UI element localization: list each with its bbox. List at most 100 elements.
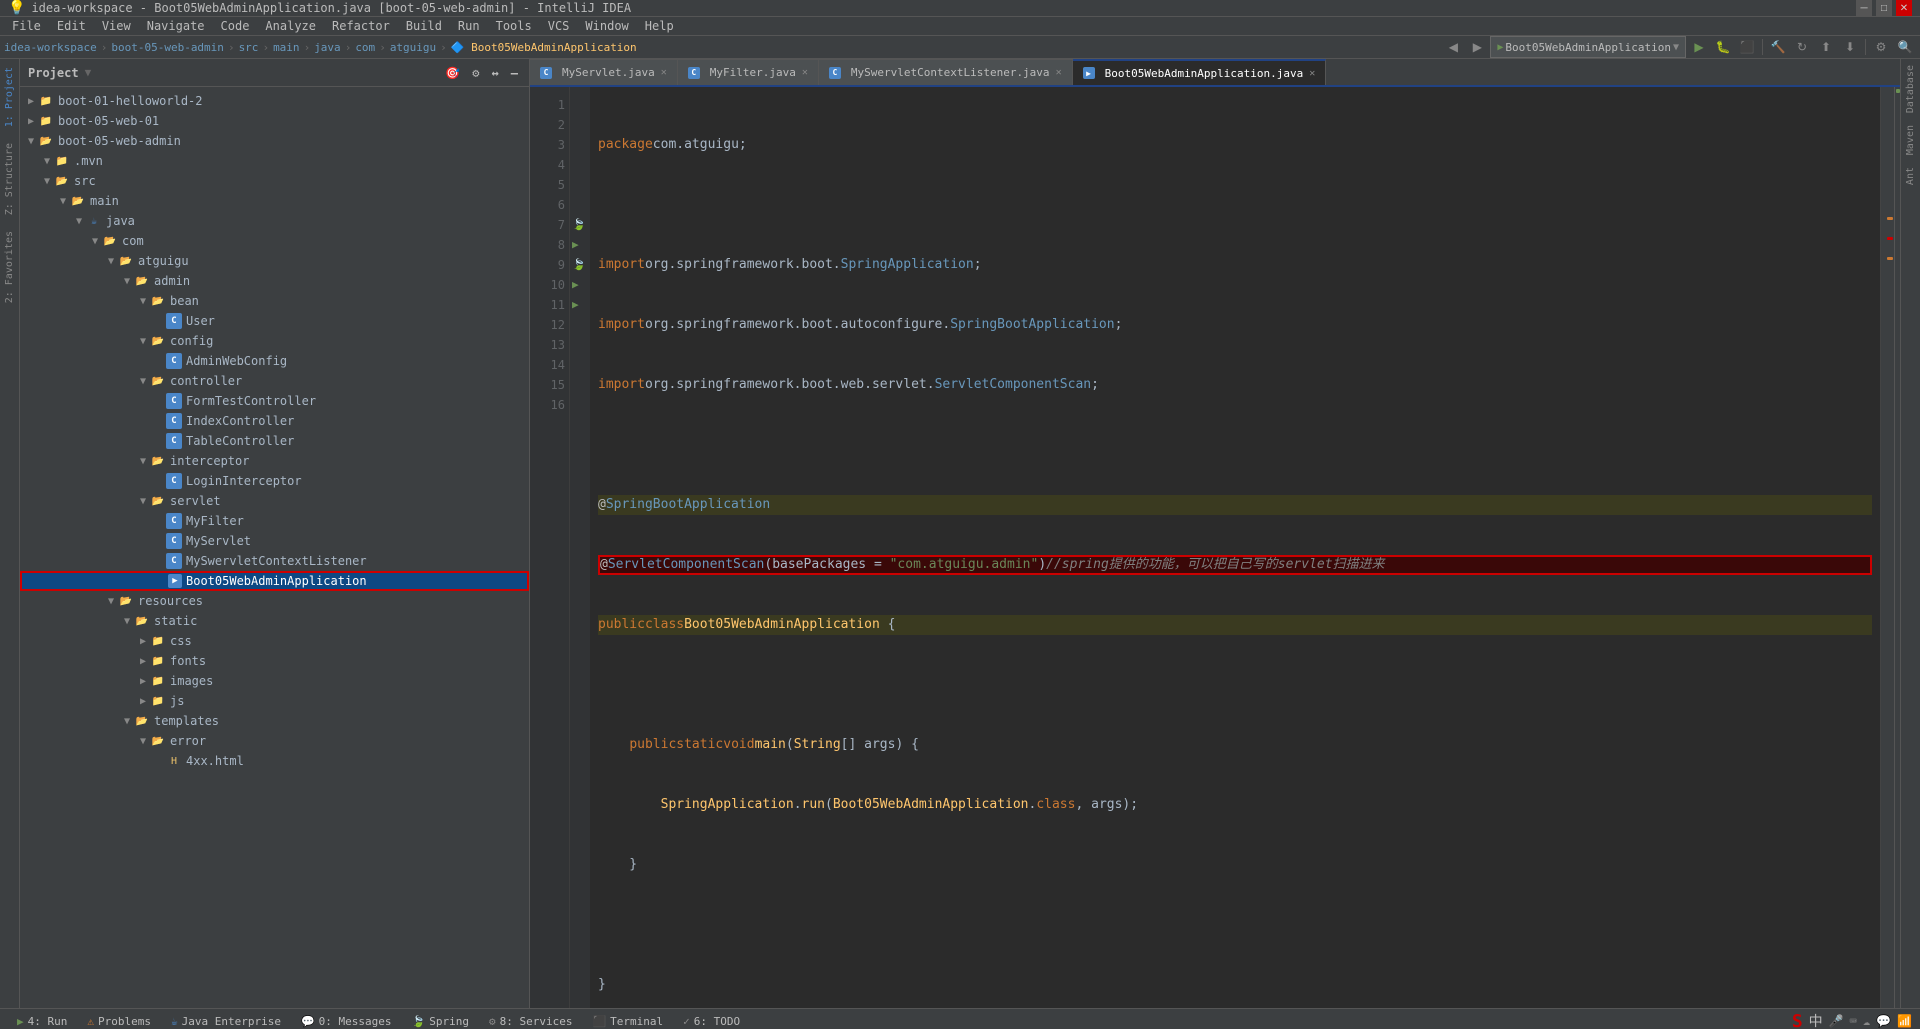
bottom-tab-spring[interactable]: 🍃 Spring	[403, 1009, 478, 1029]
breadcrumb-src[interactable]: src	[239, 41, 259, 54]
git-fetch[interactable]: ⬇	[1839, 36, 1861, 58]
panel-ant[interactable]: Ant	[1903, 161, 1918, 191]
bottom-tab-java-enterprise[interactable]: ☕ Java Enterprise	[162, 1009, 290, 1029]
tab-myservlet[interactable]: C MyServlet.java ✕	[530, 59, 678, 85]
search-button[interactable]: 🔍	[1894, 36, 1916, 58]
bottom-tab-todo[interactable]: ✓ 6: TODO	[674, 1009, 749, 1029]
menu-tools[interactable]: Tools	[488, 17, 540, 35]
breadcrumb-java[interactable]: java	[314, 41, 341, 54]
panel-database[interactable]: Database	[1903, 59, 1918, 119]
refresh-button[interactable]: ↻	[1791, 36, 1813, 58]
tree-item-java[interactable]: ▼ ☕ java	[20, 211, 529, 231]
menu-edit[interactable]: Edit	[49, 17, 94, 35]
tree-item-src[interactable]: ▼ 📂 src	[20, 171, 529, 191]
debug-button[interactable]: 🐛	[1712, 36, 1734, 58]
menu-run[interactable]: Run	[450, 17, 488, 35]
tree-item-4xx[interactable]: H 4xx.html	[20, 751, 529, 771]
settings-button[interactable]: ⚙	[1870, 36, 1892, 58]
breadcrumb-class[interactable]: 🔷 Boot05WebAdminApplication	[451, 41, 637, 54]
tree-item-main[interactable]: ▼ 📂 main	[20, 191, 529, 211]
tree-item-templates[interactable]: ▼ 📂 templates	[20, 711, 529, 731]
code-editor[interactable]: package com.atguigu; import org.springfr…	[590, 87, 1880, 1008]
tree-item-index-controller[interactable]: C IndexController	[20, 411, 529, 431]
panel-settings-btn[interactable]: ⚙	[469, 65, 482, 81]
menu-build[interactable]: Build	[398, 17, 450, 35]
tree-item-servlet[interactable]: ▼ 📂 servlet	[20, 491, 529, 511]
run-config-dropdown[interactable]: ▶ Boot05WebAdminApplication ▼	[1490, 36, 1686, 58]
tree-item-admin[interactable]: ▼ 📂 admin	[20, 271, 529, 291]
menu-navigate[interactable]: Navigate	[139, 17, 213, 35]
tab-myswervlet[interactable]: C MySwervletContextListener.java ✕	[819, 59, 1073, 85]
tree-item-formtest[interactable]: C FormTestController	[20, 391, 529, 411]
menu-analyze[interactable]: Analyze	[257, 17, 324, 35]
tree-arrow: ▼	[120, 276, 134, 287]
menu-window[interactable]: Window	[577, 17, 636, 35]
back-button[interactable]: ◀	[1442, 36, 1464, 58]
build-button[interactable]: 🔨	[1767, 36, 1789, 58]
breadcrumb-com[interactable]: com	[355, 41, 375, 54]
panel-maven[interactable]: Maven	[1903, 119, 1918, 161]
menu-view[interactable]: View	[94, 17, 139, 35]
tree-item-css[interactable]: ▶ 📁 css	[20, 631, 529, 651]
minimize-button[interactable]: ─	[1856, 0, 1872, 16]
tree-item-fonts[interactable]: ▶ 📁 fonts	[20, 651, 529, 671]
panel-locate-btn[interactable]: 🎯	[442, 65, 463, 81]
tree-item-boot05-01[interactable]: ▶ 📁 boot-05-web-01	[20, 111, 529, 131]
forward-button[interactable]: ▶	[1466, 36, 1488, 58]
tab-close-myservlet[interactable]: ✕	[661, 67, 667, 78]
tab-myfilter[interactable]: C MyFilter.java ✕	[678, 59, 819, 85]
stop-button[interactable]: ⬛	[1736, 36, 1758, 58]
breadcrumb-idea-workspace[interactable]: idea-workspace	[4, 41, 97, 54]
tree-item-controller[interactable]: ▼ 📂 controller	[20, 371, 529, 391]
tree-item-adminwebconfig[interactable]: C AdminWebConfig	[20, 351, 529, 371]
close-button[interactable]: ✕	[1896, 0, 1912, 16]
bottom-tab-messages[interactable]: 💬 0: Messages	[292, 1009, 401, 1029]
vtab-project[interactable]: 1: Project	[2, 59, 17, 135]
tree-item-boot01[interactable]: ▶ 📁 boot-01-helloworld-2	[20, 91, 529, 111]
tree-item-login-interceptor[interactable]: C LoginInterceptor	[20, 471, 529, 491]
tree-item-myswervlet[interactable]: C MySwervletContextListener	[20, 551, 529, 571]
menu-code[interactable]: Code	[213, 17, 258, 35]
tree-item-user[interactable]: C User	[20, 311, 529, 331]
maximize-button[interactable]: □	[1876, 0, 1892, 16]
run-button[interactable]: ▶	[1688, 36, 1710, 58]
tree-item-mvn[interactable]: ▼ 📁 .mvn	[20, 151, 529, 171]
tree-item-js[interactable]: ▶ 📁 js	[20, 691, 529, 711]
panel-hide-btn[interactable]: —	[508, 65, 521, 81]
menu-help[interactable]: Help	[637, 17, 682, 35]
vtab-structure[interactable]: Z: Structure	[2, 135, 17, 223]
tree-arrow: ▼	[136, 296, 150, 307]
tree-item-error[interactable]: ▼ 📂 error	[20, 731, 529, 751]
tree-item-table-controller[interactable]: C TableController	[20, 431, 529, 451]
menu-file[interactable]: File	[4, 17, 49, 35]
tree-item-static[interactable]: ▼ 📂 static	[20, 611, 529, 631]
tree-item-images[interactable]: ▶ 📁 images	[20, 671, 529, 691]
bottom-tab-problems[interactable]: ⚠ Problems	[78, 1009, 160, 1029]
breadcrumb-main[interactable]: main	[273, 41, 300, 54]
tree-item-boot05-admin[interactable]: ▼ 📂 boot-05-web-admin	[20, 131, 529, 151]
breadcrumb-boot-05[interactable]: boot-05-web-admin	[111, 41, 224, 54]
tab-close-myfilter[interactable]: ✕	[802, 67, 808, 78]
bottom-tab-terminal[interactable]: ⬛ Terminal	[583, 1009, 672, 1029]
tree-item-myservlet[interactable]: C MyServlet	[20, 531, 529, 551]
bottom-tab-services[interactable]: ⚙ 8: Services	[480, 1009, 581, 1029]
tree-item-bean[interactable]: ▼ 📂 bean	[20, 291, 529, 311]
panel-expand-btn[interactable]: ↔	[489, 65, 502, 81]
vtab-favorites[interactable]: 2: Favorites	[2, 223, 17, 311]
tree-item-interceptor[interactable]: ▼ 📂 interceptor	[20, 451, 529, 471]
tab-close-boot05app[interactable]: ✕	[1309, 68, 1315, 79]
tree-item-com[interactable]: ▼ 📂 com	[20, 231, 529, 251]
editor-scrollbar[interactable]	[1880, 87, 1894, 1008]
bottom-tab-run[interactable]: ▶ 4: Run	[8, 1009, 76, 1029]
tree-item-resources[interactable]: ▼ 📂 resources	[20, 591, 529, 611]
menu-refactor[interactable]: Refactor	[324, 17, 398, 35]
tab-boot05app[interactable]: ▶ Boot05WebAdminApplication.java ✕	[1073, 59, 1327, 85]
tree-item-config[interactable]: ▼ 📂 config	[20, 331, 529, 351]
breadcrumb-atguigu[interactable]: atguigu	[390, 41, 436, 54]
menu-vcs[interactable]: VCS	[540, 17, 578, 35]
git-button[interactable]: ⬆	[1815, 36, 1837, 58]
tree-item-boot05-app[interactable]: ▶ Boot05WebAdminApplication	[20, 571, 529, 591]
tree-item-myfilter[interactable]: C MyFilter	[20, 511, 529, 531]
tree-item-atguigu[interactable]: ▼ 📂 atguigu	[20, 251, 529, 271]
tab-close-myswervlet[interactable]: ✕	[1056, 67, 1062, 78]
